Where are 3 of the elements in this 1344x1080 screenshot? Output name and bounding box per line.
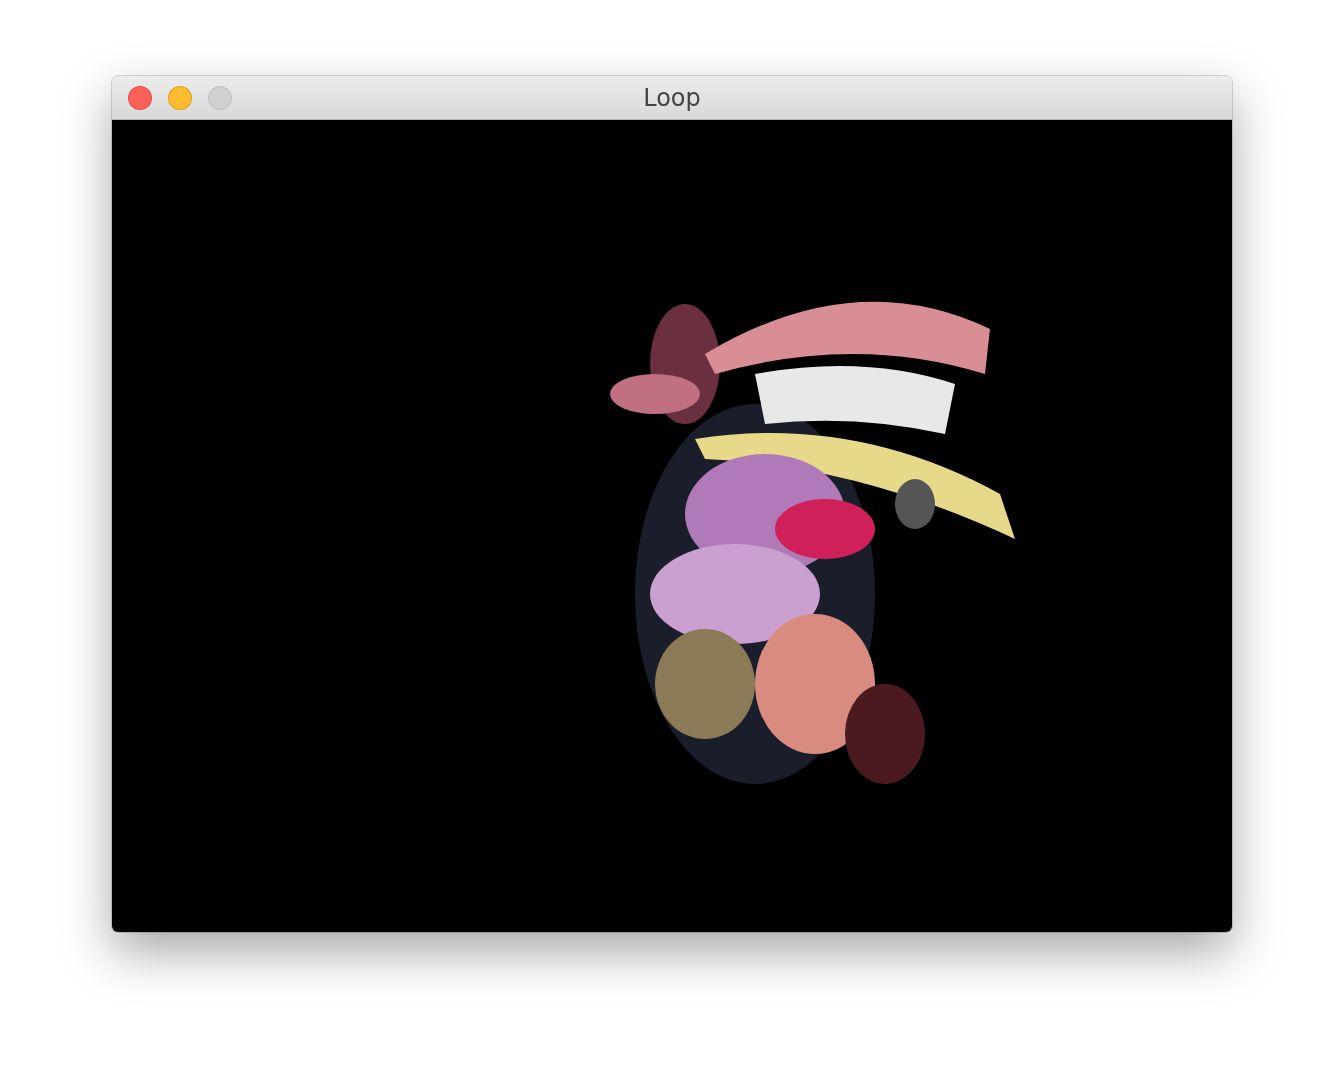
minimize-button[interactable] <box>168 85 192 110</box>
window-title: Loop <box>643 83 701 112</box>
close-button[interactable] <box>128 85 152 110</box>
